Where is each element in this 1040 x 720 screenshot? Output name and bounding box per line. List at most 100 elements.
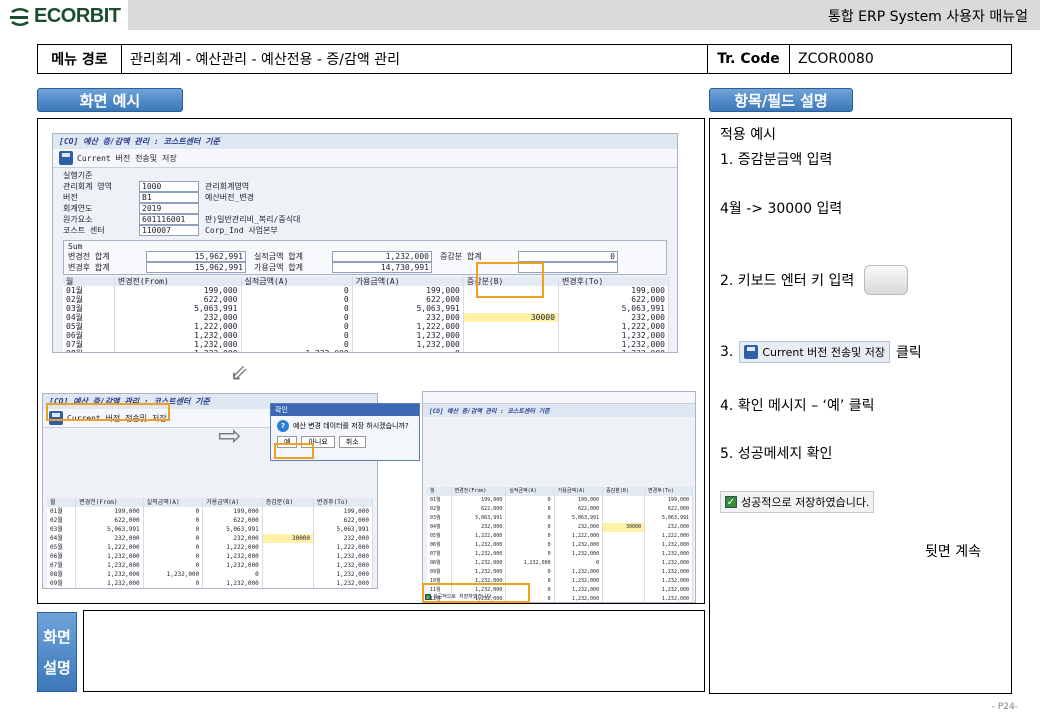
grid-header-cell[interactable]: 가용금액(A) [554, 487, 604, 496]
grid-cell: 199,000 [202, 507, 263, 516]
grid-cell[interactable] [602, 550, 646, 559]
grid-cell[interactable] [262, 570, 315, 579]
criteria-field-value[interactable]: 1000 [139, 181, 199, 192]
grid-cell: 1,232,000 [554, 568, 604, 577]
grid-cell[interactable] [602, 496, 646, 505]
criteria-field-value[interactable]: 110007 [139, 225, 199, 236]
grid-cell[interactable] [463, 331, 559, 340]
grid-header-cell[interactable]: 실적금액(A) [505, 487, 555, 496]
grid-cell: 0 [505, 568, 555, 577]
grid-cell[interactable] [262, 543, 315, 552]
grid-header-cell[interactable]: 증감분(B) [602, 487, 646, 496]
grid-cell[interactable] [602, 595, 646, 602]
grid-cell: 622,000 [202, 516, 263, 525]
grid-cell: 05월 [63, 322, 115, 331]
highlight-save-button [46, 403, 170, 421]
screen-note-box [83, 610, 705, 692]
screen-example-box: [CO] 예산 증/감액 관리 : 코스트센터 기준 Current 버전 전송… [37, 118, 705, 604]
desc-step4: 4. 확인 메시지 – ‘예’ 클릭 [720, 398, 875, 414]
grid-header-cell[interactable]: 변경전(From) [114, 277, 242, 286]
grid-cell: 0 [241, 286, 353, 295]
grid-cell[interactable] [602, 505, 646, 514]
sap-save-button[interactable]: Current 버전 전송및 저장 [77, 153, 177, 164]
success-check-icon: ✓ [725, 496, 737, 508]
grid-cell: 199,000 [352, 286, 464, 295]
table-row: 10월1,232,00001,232,0001,232,000 [47, 588, 373, 589]
grid-cell[interactable] [262, 516, 315, 525]
table-row: 09월 1,232,000 0 1,232,000 1,232,000 [427, 568, 693, 577]
criteria-field-value[interactable]: 2019 [139, 203, 199, 214]
grid-cell: 0 [505, 532, 555, 541]
grid-cell: 03월 [63, 304, 115, 313]
grid-cell: 199,000 [554, 496, 604, 505]
grid-header-cell[interactable]: 가용금액(A) [352, 277, 464, 286]
table-row: 05월 1,222,000 0 1,222,000 1,222,000 [427, 532, 693, 541]
grid-cell: 0 [241, 295, 353, 304]
grid-header-cell[interactable]: 변경후(To) [644, 487, 693, 496]
current-save-label: Current 버전 전송및 저장 [762, 346, 886, 359]
grid-cell[interactable]: 30000 [262, 534, 315, 543]
criteria-field-row: 버전 B1 예산버전_변경 [63, 192, 667, 203]
grid-header-cell[interactable]: 변경전(From) [75, 498, 144, 507]
grid-cell[interactable]: 30000 [602, 523, 646, 532]
grid-header-cell[interactable]: 변경전(From) [451, 487, 507, 496]
grid-cell[interactable] [602, 559, 646, 568]
grid-cell[interactable] [602, 568, 646, 577]
grid-cell[interactable] [262, 579, 315, 588]
criteria-field-value[interactable]: 601116001 [139, 214, 199, 225]
grid-cell: 08월 [427, 559, 452, 568]
grid-cell: 01월 [47, 507, 77, 516]
grid-cell: 622,000 [451, 505, 507, 514]
grid-cell[interactable] [602, 532, 646, 541]
dialog-cancel-button[interactable]: 취소 [338, 436, 366, 448]
dialog-title: 확인 [271, 404, 419, 416]
grid-header-cell[interactable]: 월 [63, 277, 115, 286]
grid-cell[interactable] [463, 304, 559, 313]
grid-header-cell[interactable]: 변경후(To) [313, 498, 373, 507]
criteria-title: 실행기준 [63, 171, 93, 180]
grid-cell: 1,232,000 [76, 588, 143, 589]
grid-cell: 232,000 [558, 313, 670, 322]
grid-cell[interactable] [463, 322, 559, 331]
screen-note-label: 화면 설명 [37, 612, 77, 692]
grid-cell: 07월 [427, 550, 452, 559]
grid-header-cell[interactable]: 가용금액(A) [202, 498, 263, 507]
grid-cell[interactable] [463, 349, 559, 352]
grid-cell[interactable] [262, 588, 313, 589]
sum-value: 0 [518, 251, 618, 262]
desc-step1: 1. 증감분금액 입력 [720, 152, 833, 168]
grid-cell[interactable] [262, 507, 315, 516]
highlight-status-bar [422, 583, 530, 603]
sap-main-screen: [CO] 예산 증/감액 관리 : 코스트센터 기준 Current 버전 전송… [52, 133, 678, 353]
criteria-block: 실행기준 관리회계 영역 1000 관리회계영역 버전 B1 예산버전_변경 회계연도 201… [53, 168, 677, 238]
grid-cell[interactable] [602, 514, 646, 523]
table-row: 05월 1,222,000 0 1,222,000 1,222,000 [63, 322, 670, 331]
grid-cell: 1,232,000 [644, 541, 693, 550]
grid-cell[interactable] [262, 561, 315, 570]
criteria-field-value[interactable]: B1 [139, 192, 199, 203]
grid-header-cell[interactable]: 실적금액(A) [241, 277, 353, 286]
continue-note: 뒷면 계속 [925, 544, 981, 560]
desc-heading: 적용 예시 [720, 127, 776, 143]
grid-cell: 232,000 [313, 534, 373, 543]
grid-cell[interactable]: 30000 [463, 313, 559, 322]
grid-cell: 1,232,000 [114, 340, 242, 349]
grid-header-cell[interactable]: 월 [427, 487, 452, 496]
grid-cell[interactable] [262, 552, 315, 561]
grid-header-cell[interactable]: 월 [47, 498, 77, 507]
desc-step1-sub: 4월 -> 30000 입력 [720, 201, 843, 217]
grid-cell[interactable] [463, 340, 559, 349]
grid-header-cell[interactable]: 실적금액(A) [143, 498, 204, 507]
grid-cell[interactable] [602, 586, 646, 595]
grid-cell[interactable] [262, 525, 315, 534]
grid-header-cell[interactable]: 변경후(To) [558, 277, 670, 286]
grid-header-cell[interactable]: 증감분(B) [262, 498, 315, 507]
note-label-line1: 화면 [43, 628, 71, 646]
grid-cell: 0 [202, 570, 263, 579]
grid-cell[interactable] [602, 577, 646, 586]
sum-row: 변경전 합계 15,962,991 실적금액 합계 1,232,000 증감분 합계 0 [68, 251, 662, 262]
grid-cell: 1,232,000 [313, 579, 373, 588]
grid-cell[interactable] [602, 541, 646, 550]
month-grid: 월 변경전(From) 실적금액(A) 가용금액(A) 증감분(B) 변경후(To) 01월… [63, 277, 670, 352]
grid-cell: 05월 [427, 532, 452, 541]
